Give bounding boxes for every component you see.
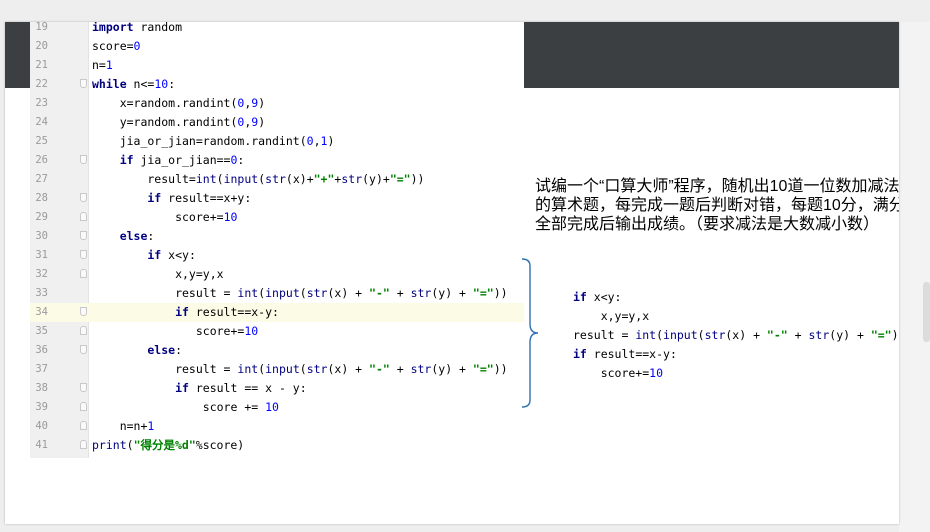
code-line[interactable]: 28 if result==x+y:	[30, 189, 524, 208]
code-line[interactable]: 24 y=random.randint(0,9)	[30, 113, 524, 132]
fold-marker-icon[interactable]	[80, 193, 87, 202]
fold-marker-icon[interactable]	[80, 250, 87, 259]
fold-marker-icon[interactable]	[80, 269, 87, 278]
description-line-2: 的算术题，每完成一题后判断对错，每题10分，满分100分，	[535, 197, 899, 214]
code-snippet: if x<y: x,y=y,x result = int(input(str(x)…	[573, 288, 899, 380]
snippet-panel: if x<y: x,y=y,x result = int(input(str(x)…	[560, 288, 899, 380]
line-number: 28	[35, 192, 48, 204]
line-number: 27	[35, 173, 48, 185]
line-number: 36	[35, 344, 48, 356]
code-line[interactable]: 32 x,y=y,x	[30, 265, 524, 284]
code-text: else:	[92, 343, 183, 357]
snippet-line: if result==x-y:	[573, 347, 677, 361]
fold-marker-icon[interactable]	[80, 155, 87, 164]
code-text: score += 10	[92, 400, 279, 414]
line-number: 35	[35, 325, 48, 337]
description-line-1: 试编一个“口算大师”程序，随机出10道一位数加减法	[535, 178, 899, 195]
line-number: 34	[35, 306, 48, 318]
code-text: x,y=y,x	[92, 267, 224, 281]
code-line[interactable]: 34 if result==x-y:	[30, 303, 524, 322]
line-number: 41	[35, 439, 48, 451]
code-text: score+=10	[92, 210, 238, 224]
scrollbar-thumb[interactable]	[923, 282, 930, 342]
line-number: 26	[35, 154, 48, 166]
snippet-line: score+=10	[573, 366, 664, 380]
fold-marker-icon[interactable]	[80, 345, 87, 354]
curly-brace-icon	[521, 258, 539, 408]
code-text: else:	[92, 229, 155, 243]
code-text: score=0	[92, 39, 141, 53]
line-number: 21	[35, 59, 48, 71]
fold-marker-icon[interactable]	[80, 383, 87, 392]
code-line[interactable]: 36 else:	[30, 341, 524, 360]
code-text: result=int(input(str(x)+"+"+str(y)+"="))	[92, 172, 425, 186]
code-line[interactable]: 29 score+=10	[30, 208, 524, 227]
code-text: jia_or_jian=random.randint(0,1)	[92, 134, 335, 148]
fold-marker-icon[interactable]	[80, 402, 87, 411]
line-number: 33	[35, 287, 48, 299]
line-number: 25	[35, 135, 48, 147]
code-text: print("得分是%d"%score)	[92, 438, 245, 452]
code-text: score+=10	[92, 324, 259, 338]
line-number: 24	[35, 116, 48, 128]
snippet-line: x,y=y,x	[573, 309, 650, 323]
line-number: 32	[35, 268, 48, 280]
fold-marker-icon[interactable]	[80, 79, 87, 88]
code-line[interactable]: 40 n=n+1	[30, 417, 524, 436]
code-line[interactable]: 38 if result == x - y:	[30, 379, 524, 398]
code-line[interactable]: 35 score+=10	[30, 322, 524, 341]
code-editor[interactable]: 19 import random 20 score=0 21 n=1 22 while n<=…	[30, 22, 524, 458]
fold-marker-icon[interactable]	[80, 231, 87, 240]
code-line[interactable]: 33 result = int(input(str(x) + "-" + str…	[30, 284, 524, 303]
line-number: 31	[35, 249, 48, 261]
fold-marker-icon[interactable]	[80, 307, 87, 316]
line-number: 39	[35, 401, 48, 413]
snippet-line: result = int(input(str(x) + "-" + str(y)…	[573, 328, 899, 342]
code-line[interactable]: 37 result = int(input(str(x) + "-" + str…	[30, 360, 524, 379]
code-line[interactable]: 25 jia_or_jian=random.randint(0,1)	[30, 132, 524, 151]
description-line-3: 全部完成后输出成绩。（要求减法是大数减小数）	[535, 216, 880, 233]
code-line[interactable]: 41 print("得分是%d"%score)	[30, 436, 524, 455]
code-text: if jia_or_jian==0:	[92, 153, 245, 167]
line-number: 30	[35, 230, 48, 242]
line-number: 19	[35, 22, 48, 33]
line-number: 23	[35, 97, 48, 109]
code-text: if result==x-y:	[92, 305, 279, 319]
code-line[interactable]: 22 while n<=10:	[30, 75, 524, 94]
code-text: n=1	[92, 58, 113, 72]
code-line[interactable]: 21 n=1	[30, 56, 524, 75]
code-text: if x<y:	[92, 248, 196, 262]
code-line[interactable]: 31 if x<y:	[30, 246, 524, 265]
fold-marker-icon[interactable]	[80, 421, 87, 430]
code-line[interactable]: 20 score=0	[30, 37, 524, 56]
code-text: if result == x - y:	[92, 381, 307, 395]
line-number: 22	[35, 78, 48, 90]
line-number: 29	[35, 211, 48, 223]
snippet-line: if x<y:	[573, 290, 622, 304]
code-line[interactable]: 23 x=random.randint(0,9)	[30, 94, 524, 113]
code-line[interactable]: 27 result=int(input(str(x)+"+"+str(y)+"=…	[30, 170, 524, 189]
fold-marker-icon[interactable]	[80, 326, 87, 335]
line-number: 40	[35, 420, 48, 432]
code-text: while n<=10:	[92, 77, 176, 91]
code-line[interactable]: 39 score += 10	[30, 398, 524, 417]
code-line[interactable]: 30 else:	[30, 227, 524, 246]
code-line[interactable]: 26 if jia_or_jian==0:	[30, 151, 524, 170]
code-text: y=random.randint(0,9)	[92, 115, 266, 129]
code-text: import random	[92, 22, 183, 34]
line-number: 20	[35, 40, 48, 52]
code-text: if result==x+y:	[92, 191, 252, 205]
code-line[interactable]: 19 import random	[30, 22, 524, 37]
fold-marker-icon[interactable]	[80, 212, 87, 221]
code-text: result = int(input(str(x) + "-" + str(y)…	[92, 286, 508, 300]
fold-marker-icon[interactable]	[80, 440, 87, 449]
line-number: 37	[35, 363, 48, 375]
problem-description: 试编一个“口算大师”程序，随机出10道一位数加减法 的算术题，每完成一题后判断对…	[535, 177, 899, 234]
slide: 19 import random 20 score=0 21 n=1 22 while n<=…	[5, 22, 899, 524]
code-text: x=random.randint(0,9)	[92, 96, 266, 110]
right-strip	[899, 22, 930, 532]
line-number: 38	[35, 382, 48, 394]
code-text: n=n+1	[92, 419, 155, 433]
code-text: result = int(input(str(x) + "-" + str(y)…	[92, 362, 508, 376]
